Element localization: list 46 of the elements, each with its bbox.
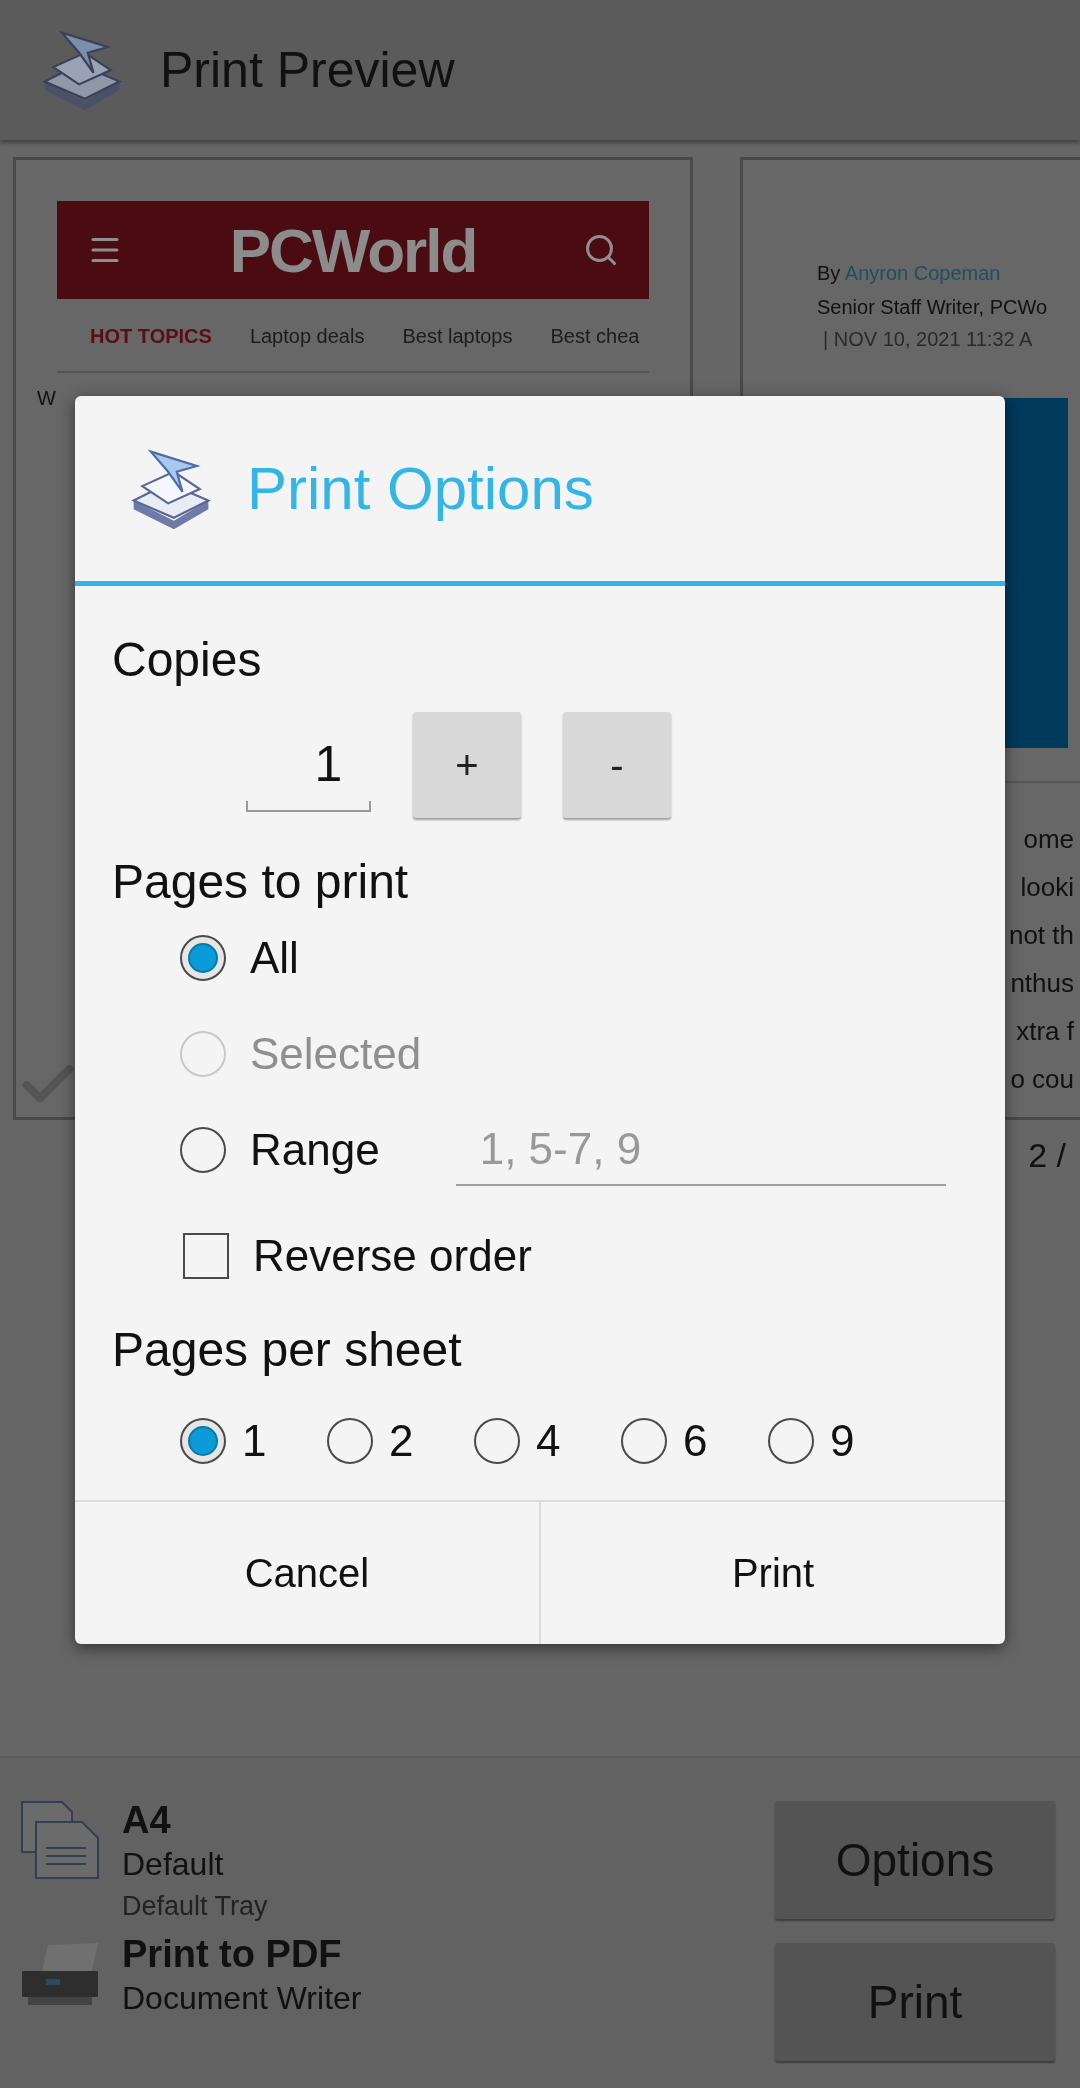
radio-button[interactable] bbox=[180, 1127, 226, 1173]
radio-label[interactable]: 6 bbox=[683, 1408, 708, 1474]
radio-button[interactable] bbox=[180, 1418, 226, 1464]
printer-type: Document Writer bbox=[122, 1979, 362, 2018]
print-button[interactable]: Print bbox=[539, 1502, 1005, 1644]
radio-label[interactable]: 2 bbox=[389, 1408, 414, 1474]
copies-field[interactable]: 1 bbox=[246, 718, 371, 812]
radio-button[interactable] bbox=[474, 1418, 520, 1464]
site-logo: PCWorld bbox=[229, 214, 477, 287]
increment-button[interactable]: + bbox=[413, 712, 521, 818]
pages-per-sheet-label: Pages per sheet bbox=[112, 1322, 463, 1378]
copies-label: Copies bbox=[112, 632, 263, 688]
paper-pages-icon bbox=[18, 1798, 102, 1882]
page-indicator: 2 / bbox=[1028, 1135, 1067, 1176]
article-text: looki bbox=[1020, 871, 1074, 904]
radio-label[interactable]: 9 bbox=[830, 1408, 855, 1474]
radio-label[interactable]: 1 bbox=[242, 1408, 267, 1474]
paper-tray: Default Tray bbox=[122, 1890, 268, 1923]
decrement-button[interactable]: - bbox=[563, 712, 671, 818]
printer-name: Print to PDF bbox=[122, 1932, 343, 1976]
search-icon bbox=[583, 232, 619, 268]
article-text: not th bbox=[1008, 919, 1074, 952]
range-input-field[interactable]: 1, 5-7, 9 bbox=[455, 1114, 946, 1186]
checkbox-label[interactable]: Reverse order bbox=[253, 1223, 532, 1289]
radio-label[interactable]: 4 bbox=[536, 1408, 561, 1474]
article-text: W bbox=[37, 386, 57, 411]
radio-button[interactable] bbox=[768, 1418, 814, 1464]
pages-to-print-label: Pages to print bbox=[112, 854, 410, 910]
cancel-button[interactable]: Cancel bbox=[75, 1502, 539, 1644]
author-role: Senior Staff Writer, PCWo bbox=[817, 295, 1049, 320]
article-text: ome bbox=[1023, 823, 1074, 856]
article-text: o cou bbox=[1010, 1063, 1074, 1096]
radio-label[interactable]: Range bbox=[250, 1117, 380, 1183]
author-byline: By Anyron Copeman bbox=[817, 261, 1002, 286]
article-text: xtra f bbox=[1016, 1015, 1074, 1048]
radio-button[interactable] bbox=[180, 935, 226, 981]
checkbox[interactable] bbox=[183, 1233, 229, 1279]
radio-button[interactable] bbox=[621, 1418, 667, 1464]
app-title: Print Preview bbox=[160, 40, 455, 100]
radio-label[interactable]: All bbox=[250, 925, 299, 991]
paper-type: Default bbox=[122, 1845, 225, 1884]
article-text: nthus bbox=[1010, 967, 1074, 1000]
radio-button[interactable] bbox=[327, 1418, 373, 1464]
paper-size: A4 bbox=[122, 1798, 172, 1842]
dialog-title: Print Options bbox=[247, 453, 594, 524]
article-date: | NOV 10, 2021 11:32 A bbox=[823, 327, 1034, 352]
